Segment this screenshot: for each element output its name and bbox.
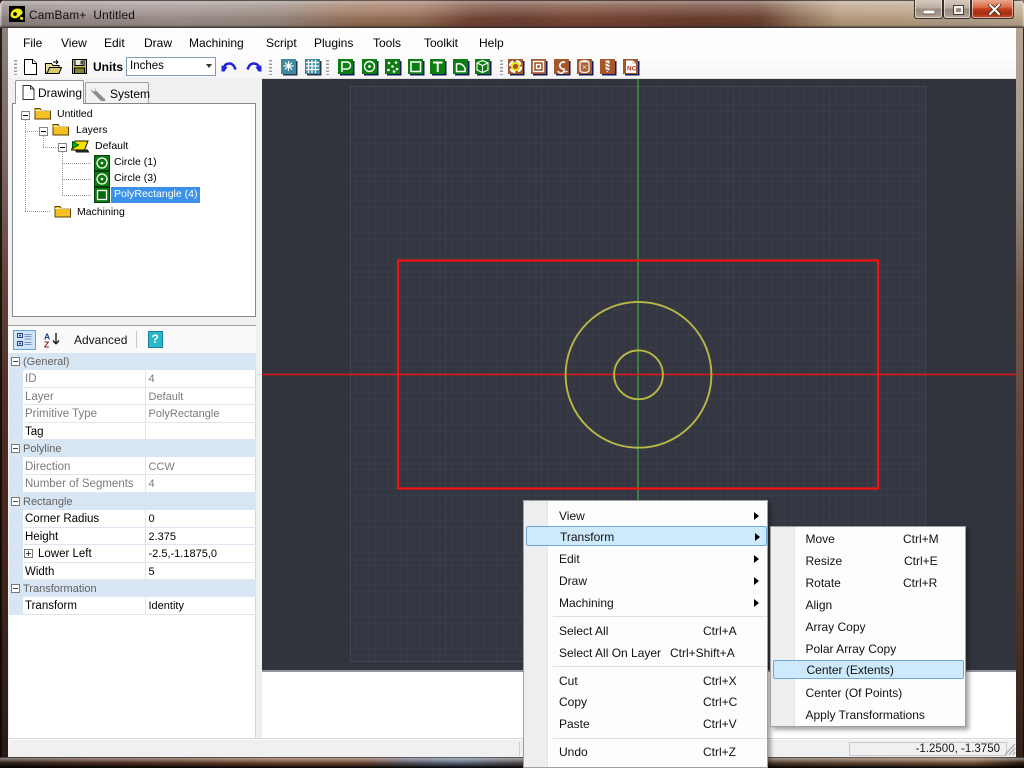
svg-text:Z: Z — [44, 339, 49, 348]
svg-text:NC: NC — [627, 66, 637, 73]
